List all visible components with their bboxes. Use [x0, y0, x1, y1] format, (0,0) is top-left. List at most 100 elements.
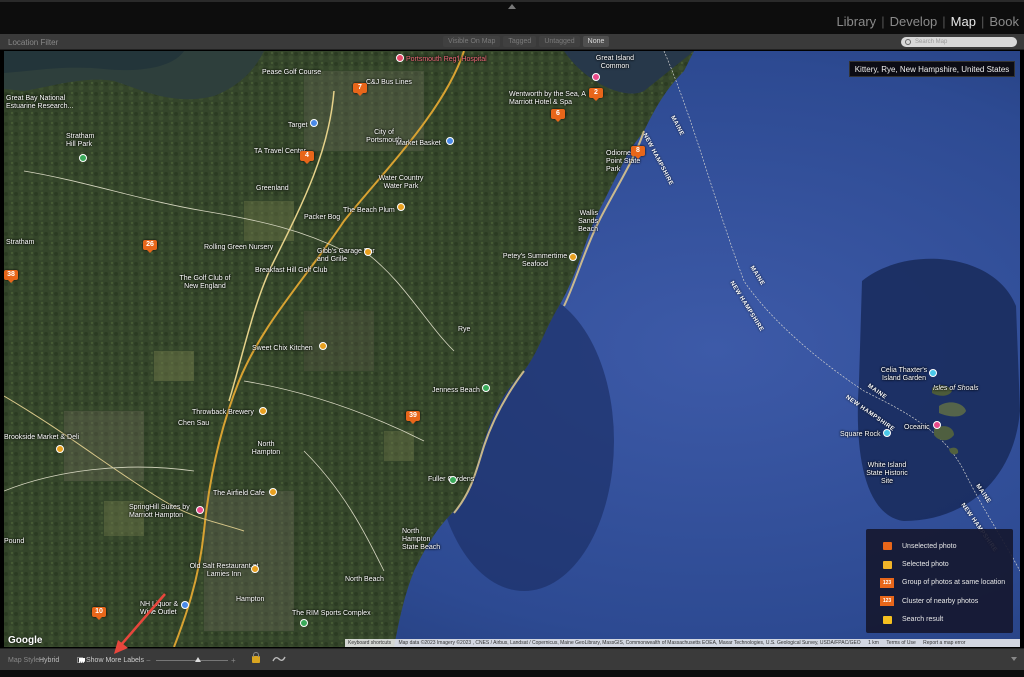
place-label: Pease Golf Course	[262, 69, 322, 76]
search-result-icon	[883, 615, 892, 624]
park-marker-icon[interactable]	[449, 476, 457, 484]
place-label: Water Country Water Park	[378, 175, 424, 190]
photo-cluster-marker[interactable]: 39	[406, 411, 420, 424]
place-label: Hampton	[236, 596, 265, 603]
zoom-slider-thumb[interactable]	[195, 657, 201, 662]
filter-none[interactable]: None	[582, 36, 610, 47]
zoom-in-button[interactable]: +	[231, 656, 236, 665]
search-map-input[interactable]: Search Map	[901, 37, 1017, 47]
photo-cluster-marker[interactable]: 4	[300, 151, 314, 164]
place-label: Brookside Market & Deli	[4, 434, 80, 441]
collapse-top-panel-icon[interactable]	[508, 4, 516, 9]
place-label: Celia Thaxter's Island Garden	[880, 367, 928, 382]
place-label: Packer Bog	[304, 214, 341, 221]
zoom-out-button[interactable]: −	[146, 656, 151, 665]
place-label: C&J Bus Lines	[366, 79, 412, 86]
restaurant-marker-icon[interactable]	[569, 253, 577, 261]
place-label: SpringHill Suites by Marriott Hampton	[129, 504, 190, 519]
filter-tagged[interactable]: Tagged	[503, 36, 537, 47]
legend-row: 123 Cluster of nearby photos	[880, 592, 1013, 610]
map-legend: Unselected photo Selected photo 123 Grou…	[866, 529, 1013, 633]
place-label: Market Basket	[396, 140, 441, 147]
place-label: North Hampton State Beach	[402, 528, 441, 551]
park-marker-icon[interactable]	[482, 384, 490, 392]
photo-cluster-marker[interactable]: 2	[589, 88, 603, 101]
photo-cluster-marker[interactable]: 7	[353, 83, 367, 96]
module-bar: Library | Develop | Map | Book	[0, 0, 1024, 34]
photo-cluster-marker[interactable]: 8	[631, 146, 645, 159]
restaurant-marker-icon[interactable]	[269, 488, 277, 496]
search-map-placeholder: Search Map	[915, 39, 948, 45]
tracklog-icon[interactable]	[272, 654, 286, 664]
restaurant-marker-icon[interactable]	[56, 445, 64, 453]
place-marker-icon[interactable]	[933, 421, 941, 429]
legend-label: Search result	[902, 616, 944, 624]
restaurant-marker-icon[interactable]	[251, 565, 259, 573]
place-label: Square Rock	[840, 431, 881, 438]
terms-of-use-link[interactable]: Terms of Use	[883, 640, 918, 646]
toolbar-options-icon[interactable]	[1011, 657, 1017, 661]
photo-cluster-marker[interactable]: 26	[143, 240, 157, 253]
place-label: The RIM Sports Complex	[292, 610, 371, 617]
place-label: Petey's Summertime Seafood	[502, 253, 568, 268]
place-marker-icon[interactable]	[883, 429, 891, 437]
shopping-marker-icon[interactable]	[181, 601, 189, 609]
place-marker-icon[interactable]	[929, 369, 937, 377]
place-label: North Beach	[345, 576, 384, 583]
place-label: NH Liquor & Wine Outlet	[140, 601, 179, 616]
legend-row: Unselected photo	[880, 537, 1013, 555]
shopping-marker-icon[interactable]	[446, 137, 454, 145]
restaurant-marker-icon[interactable]	[319, 342, 327, 350]
place-label: Chen Sau	[178, 420, 210, 427]
park-marker-icon[interactable]	[300, 619, 308, 627]
location-name-label: Kittery, Rye, New Hampshire, United Stat…	[849, 61, 1015, 77]
module-book[interactable]: Book	[984, 14, 1024, 29]
place-label: Rolling Green Nursery	[204, 244, 274, 251]
filter-untagged[interactable]: Untagged	[539, 36, 580, 47]
module-map[interactable]: Map	[946, 14, 981, 29]
place-label: Throwback Brewery	[192, 409, 254, 416]
hotel-marker-icon[interactable]	[196, 506, 204, 514]
zoom-slider-track[interactable]	[156, 660, 228, 661]
place-marker-icon[interactable]	[592, 73, 600, 81]
restaurant-marker-icon[interactable]	[397, 203, 405, 211]
place-label: Stratham	[6, 239, 35, 246]
map-style-dropdown[interactable]: Hybrid	[39, 657, 59, 664]
place-label: TA Travel Center	[254, 148, 307, 155]
place-label: Breakfast Hill Golf Club	[255, 267, 328, 274]
legend-label: Cluster of nearby photos	[902, 597, 979, 605]
report-map-error-link[interactable]: Report a map error	[920, 640, 968, 646]
shopping-marker-icon[interactable]	[310, 119, 318, 127]
unselected-photo-icon	[883, 542, 892, 551]
show-more-labels-label[interactable]: Show More Labels	[86, 657, 144, 664]
place-label: Jenness Beach	[432, 387, 480, 394]
map-style-label: Map Style :	[8, 657, 44, 664]
photo-cluster-marker[interactable]: 6	[551, 109, 565, 122]
filter-visible-on-map[interactable]: Visible On Map	[443, 36, 501, 47]
map-view[interactable]: MAINE NEW HAMPSHIRE MAINE NEW HAMPSHIRE …	[4, 51, 1020, 647]
photo-cluster-marker[interactable]: 38	[4, 270, 18, 283]
keyboard-shortcuts-link[interactable]: Keyboard shortcuts	[345, 640, 394, 646]
legend-label: Unselected photo	[902, 542, 957, 550]
legend-label: Selected photo	[902, 561, 949, 569]
place-label: Great Island Common	[595, 55, 635, 70]
hospital-marker-icon[interactable]	[396, 54, 404, 62]
module-library[interactable]: Library	[831, 14, 881, 29]
place-label: Stratham Hill Park	[66, 133, 95, 148]
location-filter-title: Location Filter	[8, 38, 59, 47]
photo-cluster-marker[interactable]: 10	[92, 607, 106, 620]
lock-markers-icon[interactable]	[252, 652, 260, 663]
place-label: Portsmouth Reg'l Hospital	[406, 56, 487, 63]
park-marker-icon[interactable]	[79, 154, 87, 162]
place-label: The Airfield Cafe	[213, 490, 265, 497]
restaurant-marker-icon[interactable]	[259, 407, 267, 415]
restaurant-marker-icon[interactable]	[364, 248, 372, 256]
place-label: Great Bay National Estuarine Research...	[6, 95, 74, 110]
legend-label: Group of photos at same location	[902, 579, 1006, 587]
place-label: Isles of Shoals	[933, 385, 979, 392]
location-filter-bar: Location Filter Visible On Map Tagged Un…	[0, 34, 1024, 50]
module-develop[interactable]: Develop	[885, 14, 943, 29]
place-label: The Golf Club of New England	[179, 275, 231, 290]
place-label: North Hampton	[251, 441, 281, 456]
map-attribution-bar: Keyboard shortcuts Map data ©2023 Imager…	[345, 639, 1020, 647]
